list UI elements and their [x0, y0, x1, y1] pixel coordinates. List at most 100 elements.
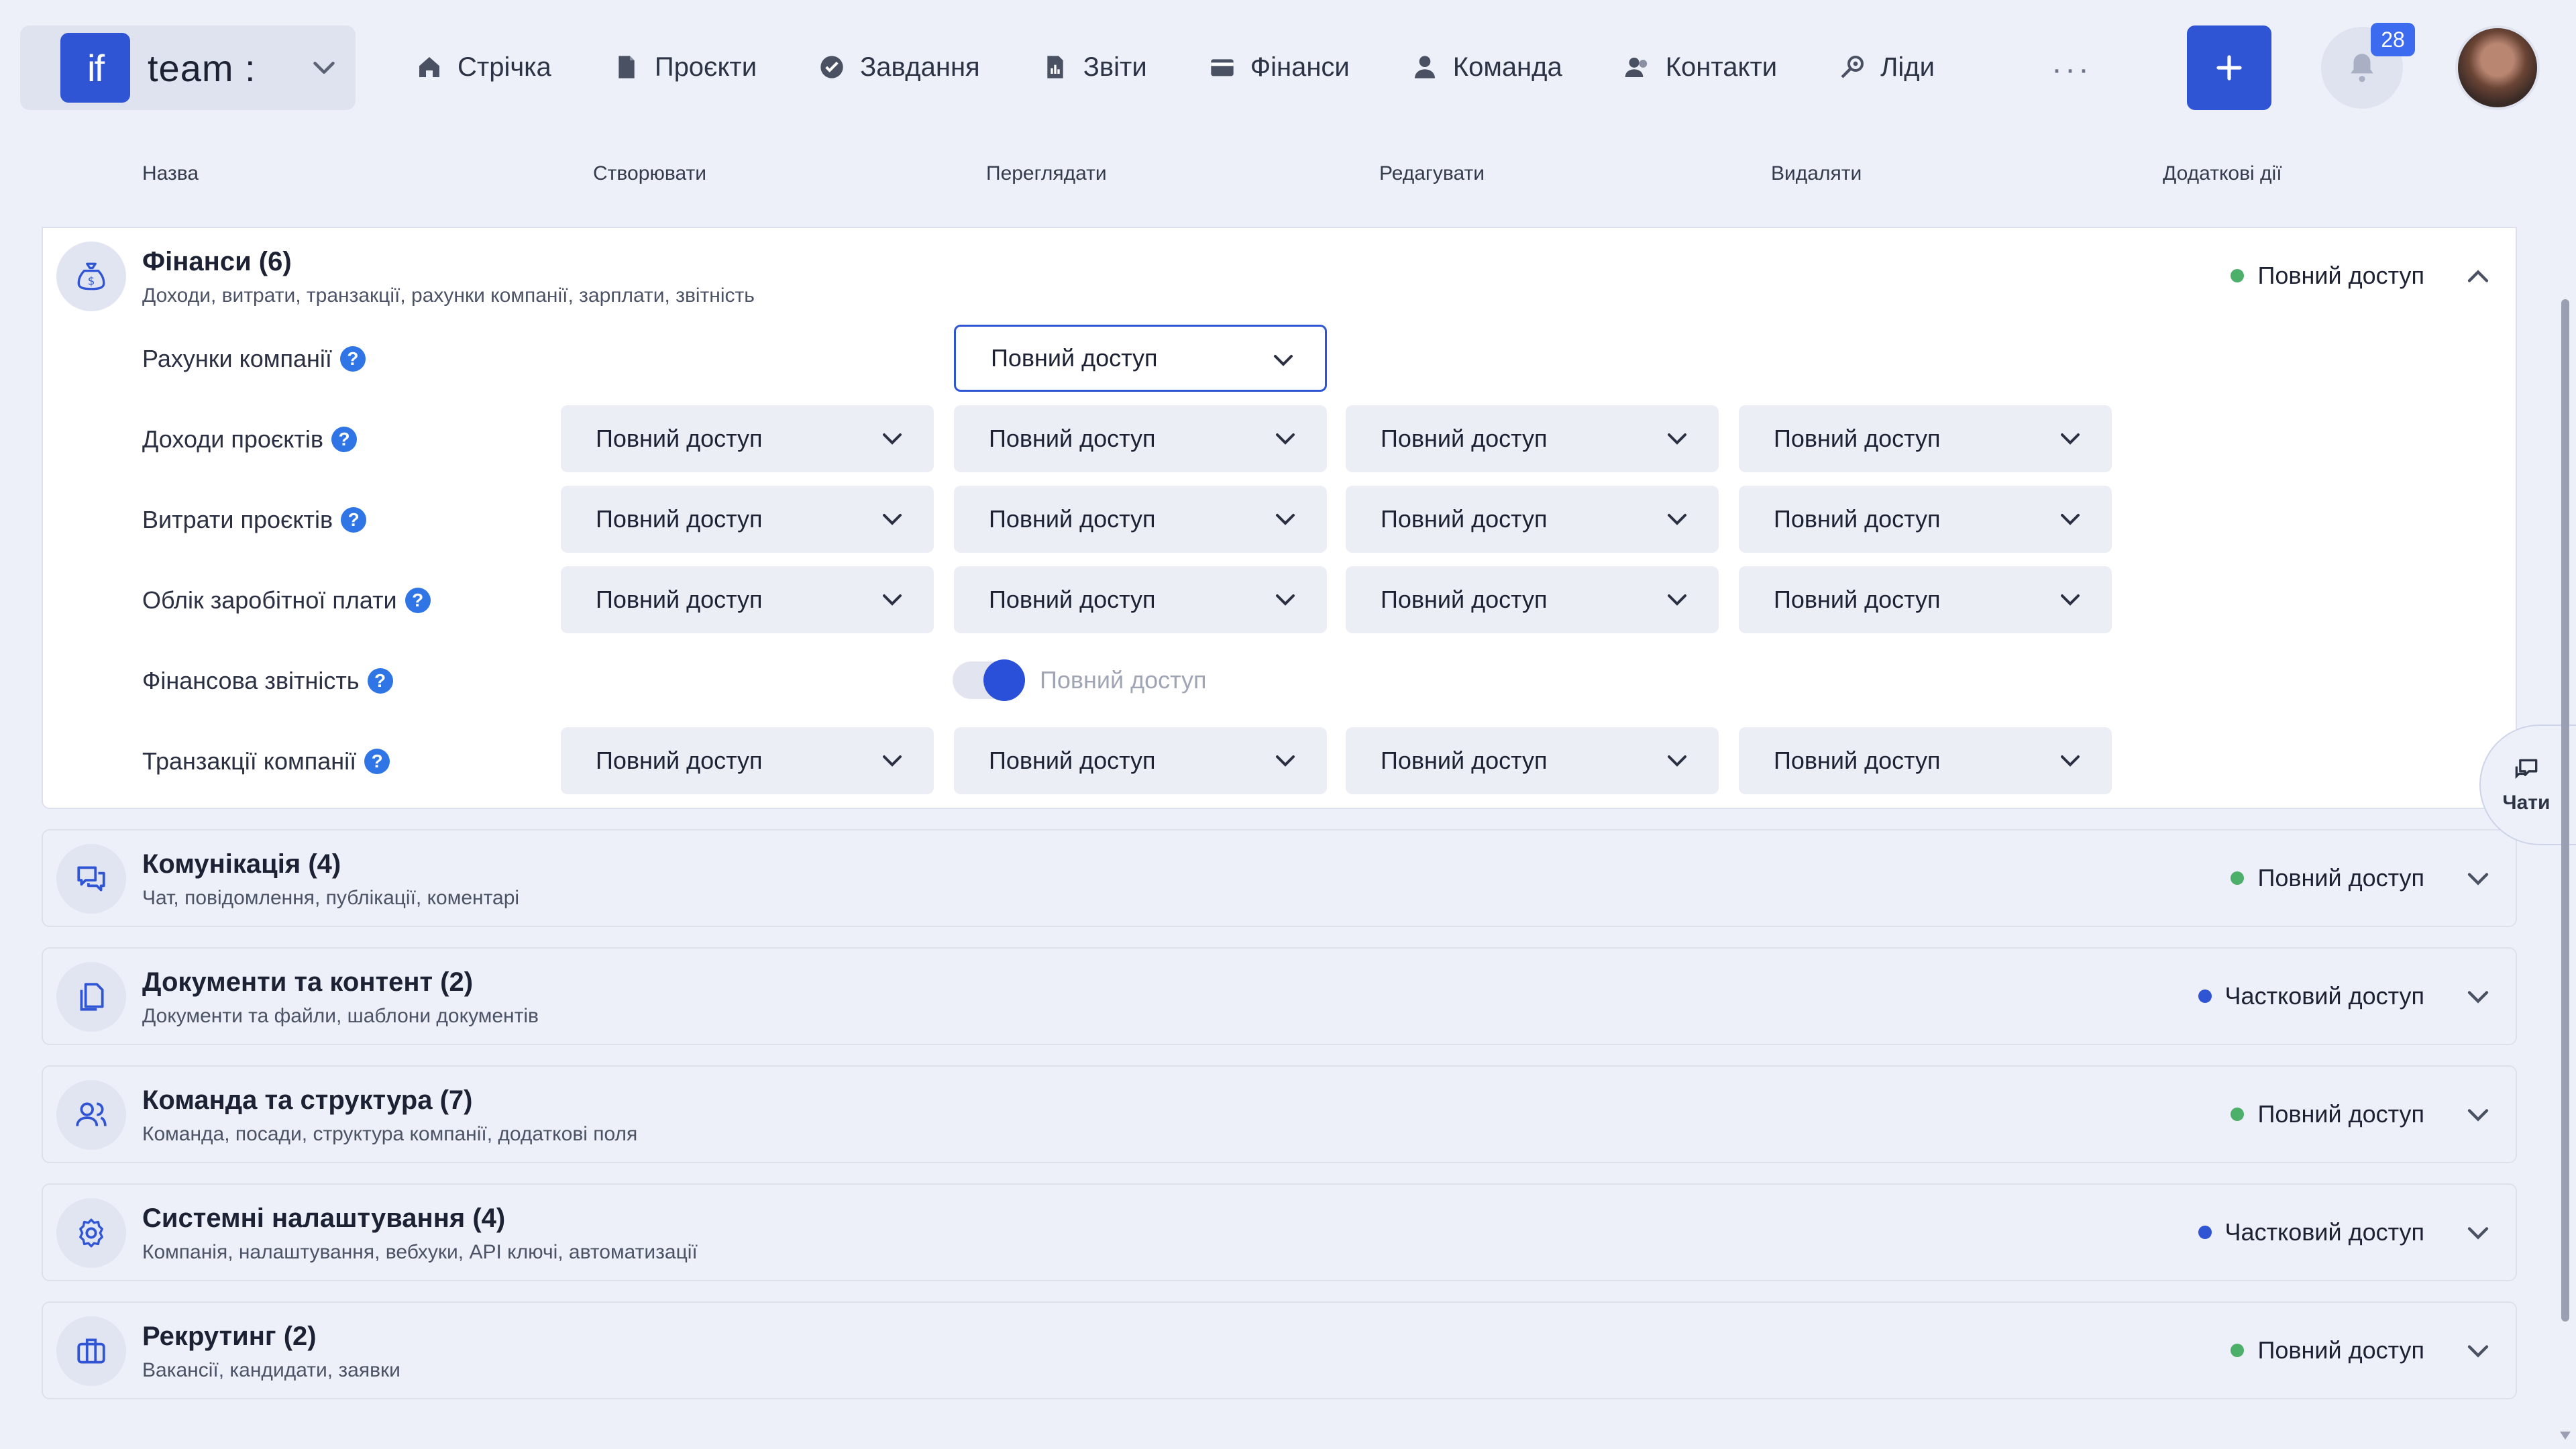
file-icon: [619, 56, 635, 78]
chevron-down-icon[interactable]: [2461, 861, 2496, 896]
nav-item-reports[interactable]: Звіти: [1042, 52, 1147, 83]
nav-label: Контакти: [1665, 52, 1778, 82]
chevron-down-icon[interactable]: [2461, 1216, 2496, 1250]
notifications-count-badge: 28: [2371, 23, 2415, 56]
section-subtitle: Вакансії, кандидати, заявки: [142, 1359, 400, 1381]
column-header-create: Створювати: [593, 162, 706, 184]
status-dot: [2198, 989, 2212, 1003]
chevron-down-icon: [2061, 433, 2080, 445]
team-switcher[interactable]: if team :: [20, 25, 356, 110]
documents-icon: [80, 983, 104, 1011]
section-recruiting[interactable]: Рекрутинг (2) Вакансії, кандидати, заявк…: [42, 1301, 2517, 1399]
permission-label: Фінансова звітність?: [142, 667, 393, 695]
permission-label: Доходи проєктів?: [142, 425, 358, 453]
edit-permission-select[interactable]: Повний доступ: [1346, 727, 1719, 794]
view-permission-select[interactable]: Повний доступ: [954, 727, 1327, 794]
chevron-up-icon[interactable]: [2461, 259, 2496, 294]
chevron-down-icon[interactable]: [2461, 1334, 2496, 1368]
scroll-down-arrow-icon[interactable]: [2557, 1429, 2573, 1442]
status-label: Частковий доступ: [2224, 982, 2424, 1010]
section-communication[interactable]: Комунікація (4) Чат, повідомлення, публі…: [42, 829, 2517, 927]
column-header-view: Переглядати: [986, 162, 1107, 184]
help-icon[interactable]: ?: [364, 749, 390, 774]
money-bag-icon: $: [77, 262, 105, 290]
section-title: Рекрутинг (2): [142, 1322, 317, 1351]
permission-row: Облік заробітної плати? Повний доступ По…: [43, 566, 2516, 633]
permission-name: Доходи проєктів: [142, 425, 324, 453]
delete-permission-select[interactable]: Повний доступ: [1739, 405, 2112, 472]
svg-text:$: $: [88, 275, 95, 288]
nav-item-finance[interactable]: Фінанси: [1209, 52, 1350, 83]
section-documents[interactable]: Документи та контент (2) Документи та фа…: [42, 947, 2517, 1045]
column-header-name: Назва: [142, 162, 199, 184]
view-permission-select[interactable]: Повний доступ: [954, 566, 1327, 633]
chevron-down-icon: [2061, 514, 2080, 525]
nav-item-leads[interactable]: Ліди: [1839, 52, 1935, 83]
wallet-icon: [1211, 59, 1234, 76]
toggle-label: Повний доступ: [1040, 666, 1207, 694]
create-permission-select[interactable]: Повний доступ: [561, 486, 934, 553]
main-nav: Стрічка Проєкти Завдання Звіти Фінанси К…: [416, 40, 1996, 94]
create-permission-select[interactable]: Повний доступ: [561, 727, 934, 794]
chevron-down-icon[interactable]: [2461, 1097, 2496, 1132]
nav-item-feed[interactable]: Стрічка: [416, 52, 551, 83]
toggle-track[interactable]: [953, 659, 1025, 701]
plus-icon: [2216, 55, 2242, 80]
nav-more-button[interactable]: ···: [2051, 51, 2092, 88]
section-title: Документи та контент (2): [142, 967, 474, 997]
toggle-knob: [983, 659, 1025, 701]
nav-label: Звіти: [1083, 52, 1147, 82]
nav-item-tasks[interactable]: Завдання: [818, 52, 980, 83]
status-dot: [2231, 1344, 2245, 1357]
team-name: team :: [148, 46, 256, 89]
status-badge: Повний доступ: [2231, 864, 2424, 892]
nav-item-team[interactable]: Команда: [1411, 52, 1562, 83]
chevron-down-icon: [313, 62, 335, 74]
app-logo: if: [60, 33, 130, 103]
edit-permission-select[interactable]: Повний доступ: [1346, 566, 1719, 633]
edit-permission-select[interactable]: Повний доступ: [1346, 405, 1719, 472]
chat-bubble-icon: [2515, 759, 2538, 780]
create-permission-select[interactable]: Повний доступ: [561, 566, 934, 633]
chat-icon: [77, 866, 105, 892]
avatar[interactable]: [2455, 25, 2540, 110]
help-icon[interactable]: ?: [331, 427, 358, 452]
help-icon[interactable]: ?: [341, 507, 367, 533]
nav-label: Проєкти: [654, 52, 757, 82]
help-icon[interactable]: ?: [367, 668, 393, 694]
create-permission-select[interactable]: Повний доступ: [561, 405, 934, 472]
chevron-down-icon[interactable]: [2461, 979, 2496, 1014]
section-finance: $ Фінанси (6) Доходи, витрати, транзакці…: [42, 227, 2517, 809]
permission-label: Витрати проєктів?: [142, 506, 367, 534]
briefcase-icon: [77, 1338, 105, 1364]
permission-row: Транзакції компанії? Повний доступ Повни…: [43, 727, 2516, 794]
help-icon[interactable]: ?: [339, 346, 366, 372]
delete-permission-select[interactable]: Повний доступ: [1739, 566, 2112, 633]
view-permission-toggle[interactable]: Повний доступ: [953, 647, 1207, 714]
vertical-scrollbar[interactable]: [2561, 299, 2569, 1322]
delete-permission-select[interactable]: Повний доступ: [1739, 727, 2112, 794]
select-value: Повний доступ: [989, 425, 1156, 452]
section-team-structure[interactable]: Команда та структура (7) Команда, посади…: [42, 1065, 2517, 1163]
nav-label: Завдання: [860, 52, 980, 82]
status-dot: [2198, 1226, 2212, 1239]
help-icon[interactable]: ?: [405, 588, 431, 613]
select-value: Повний доступ: [1381, 586, 1548, 613]
edit-permission-select[interactable]: Повний доступ: [1346, 486, 1719, 553]
view-permission-select[interactable]: Повний доступ: [954, 486, 1327, 553]
view-permission-select[interactable]: Повний доступ: [954, 325, 1327, 392]
nav-item-contacts[interactable]: Контакти: [1624, 52, 1777, 83]
check-circle-icon: [820, 56, 843, 78]
section-title: Комунікація (4): [142, 849, 341, 879]
delete-permission-select[interactable]: Повний доступ: [1739, 486, 2112, 553]
nav-item-projects[interactable]: Проєкти: [613, 52, 757, 83]
permission-name: Рахунки компанії: [142, 345, 332, 372]
status-label: Повний доступ: [2257, 1336, 2424, 1364]
section-system-settings[interactable]: Системні налаштування (4) Компанія, нала…: [42, 1183, 2517, 1281]
bell-icon: [2351, 54, 2373, 83]
nav-label: Команда: [1452, 52, 1562, 82]
top-navigation-bar: if team : Стрічка Проєкти Завдання Звіти…: [0, 0, 2576, 134]
view-permission-select[interactable]: Повний доступ: [954, 405, 1327, 472]
select-value: Повний доступ: [1774, 505, 1941, 533]
add-button[interactable]: [2187, 25, 2271, 110]
